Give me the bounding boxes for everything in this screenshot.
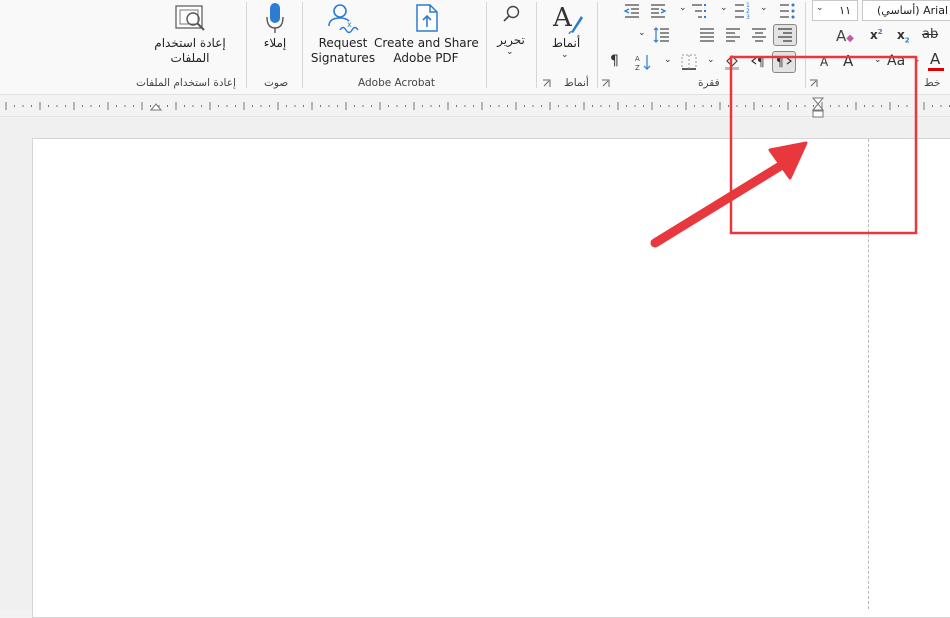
acrobat-group-label: Adobe Acrobat	[358, 77, 436, 89]
styles-dialog-launcher-icon[interactable]	[542, 79, 551, 88]
request-label-line1: Request	[318, 36, 368, 50]
paragraph-group-label: فقرة	[698, 77, 720, 89]
separator	[597, 2, 598, 88]
styles-group-label: أنماط	[564, 77, 589, 89]
reuse-files-button[interactable]: إعادة استخدام الملفات	[140, 36, 240, 66]
line-spacing-chevron-icon[interactable]: ⌄	[638, 28, 646, 38]
font-size-value: ١١	[839, 4, 851, 17]
reuse-files-group-label: إعادة استخدام الملفات	[136, 77, 236, 89]
change-case-button[interactable]: Aa	[887, 53, 905, 69]
reuse-files-icon	[175, 5, 205, 31]
editing-chevron-icon: ⌄	[506, 47, 514, 57]
align-right-icon	[778, 28, 792, 42]
font-size-chevron-icon: ⌄	[816, 3, 824, 13]
request-signatures-icon: x	[328, 4, 359, 34]
horizontal-ruler[interactable]	[0, 95, 950, 119]
editing-button[interactable]: تحرير	[494, 33, 528, 48]
svg-text:A: A	[635, 55, 640, 63]
svg-text:¶: ¶	[757, 55, 765, 69]
font-name-select[interactable]: Arial (أساسي)	[862, 0, 950, 21]
shading-chevron-icon[interactable]: ⌄	[707, 55, 715, 65]
font-color-bar	[928, 68, 944, 71]
font-name-value: Arial (أساسي)	[877, 4, 948, 17]
microphone-icon	[266, 3, 284, 33]
clear-formatting-icon[interactable]: A◆	[836, 27, 854, 45]
align-left-icon[interactable]	[724, 26, 742, 44]
svg-text:A: A	[552, 3, 573, 33]
create-label-line1: Create and Share	[374, 36, 479, 50]
increase-indent-icon[interactable]	[649, 2, 667, 20]
font-group-label: خط	[924, 77, 941, 89]
line-spacing-icon[interactable]	[652, 26, 670, 44]
create-share-pdf-button[interactable]: Create and Share Adobe PDF	[374, 36, 479, 66]
separator	[302, 2, 303, 88]
voice-group-label: صوت	[264, 77, 289, 89]
sort-icon[interactable]: AZ	[634, 53, 652, 71]
svg-text:x: x	[347, 20, 352, 29]
dictate-button[interactable]: إملاء	[255, 36, 295, 51]
ribbon: إعادة استخدام الملفات إعادة استخدام المل…	[0, 0, 950, 95]
align-center-icon[interactable]	[750, 26, 768, 44]
paragraph-dialog-launcher-icon[interactable]	[601, 79, 610, 88]
svg-text:¶: ¶	[776, 55, 784, 69]
styles-button[interactable]: أنماط	[548, 36, 584, 51]
numbering-chevron-icon[interactable]: ⌄	[720, 3, 728, 13]
request-label-line2: Signatures	[310, 51, 376, 65]
separator	[536, 2, 537, 88]
strikethrough-icon[interactable]: ab	[922, 27, 938, 42]
ruler-ticks	[5, 102, 950, 110]
bullets-chevron-icon[interactable]: ⌄	[760, 3, 768, 13]
svg-text:3: 3	[746, 14, 750, 20]
rtl-direction-icon[interactable]: ¶	[750, 53, 768, 71]
document-canvas[interactable]	[0, 118, 950, 618]
shrink-font-button[interactable]: A	[820, 55, 828, 69]
bullets-icon[interactable]	[778, 2, 796, 20]
borders-icon[interactable]	[680, 53, 698, 71]
svg-text:Z: Z	[635, 64, 640, 71]
search-icon	[503, 5, 520, 22]
shading-icon[interactable]	[723, 53, 741, 71]
create-label-line2: Adobe PDF	[393, 51, 459, 65]
numbering-icon[interactable]: 123	[733, 2, 751, 20]
styles-icon: A	[552, 3, 583, 35]
right-indent-marker-icon[interactable]	[812, 97, 824, 119]
subscript-icon[interactable]: x2	[897, 28, 910, 44]
request-signatures-button[interactable]: Request Signatures	[310, 36, 376, 66]
decrease-indent-icon[interactable]	[623, 2, 641, 20]
right-margin-guide	[868, 139, 869, 609]
left-indent-marker-icon[interactable]	[150, 103, 162, 111]
multilevel-chevron-icon[interactable]: ⌄	[679, 3, 687, 13]
ltr-direction-icon: ¶	[776, 55, 792, 69]
justify-icon[interactable]	[698, 26, 716, 44]
multilevel-list-icon[interactable]	[690, 2, 708, 20]
document-page[interactable]	[32, 138, 950, 618]
borders-chevron-icon[interactable]: ⌄	[664, 55, 672, 65]
separator	[246, 2, 247, 88]
superscript-icon[interactable]: x2	[870, 28, 883, 42]
font-dialog-launcher-icon[interactable]	[809, 79, 818, 88]
font-color-button[interactable]: A	[930, 50, 940, 68]
grow-font-button[interactable]: A	[843, 52, 853, 70]
change-case-chevron-icon[interactable]: ⌄	[874, 55, 882, 65]
font-color-chevron-icon[interactable]: ⌄	[913, 55, 921, 65]
show-formatting-icon[interactable]: ¶	[610, 53, 619, 69]
separator	[486, 2, 487, 88]
styles-chevron-icon: ⌄	[561, 50, 569, 60]
create-pdf-icon	[416, 4, 438, 32]
separator	[805, 2, 806, 88]
